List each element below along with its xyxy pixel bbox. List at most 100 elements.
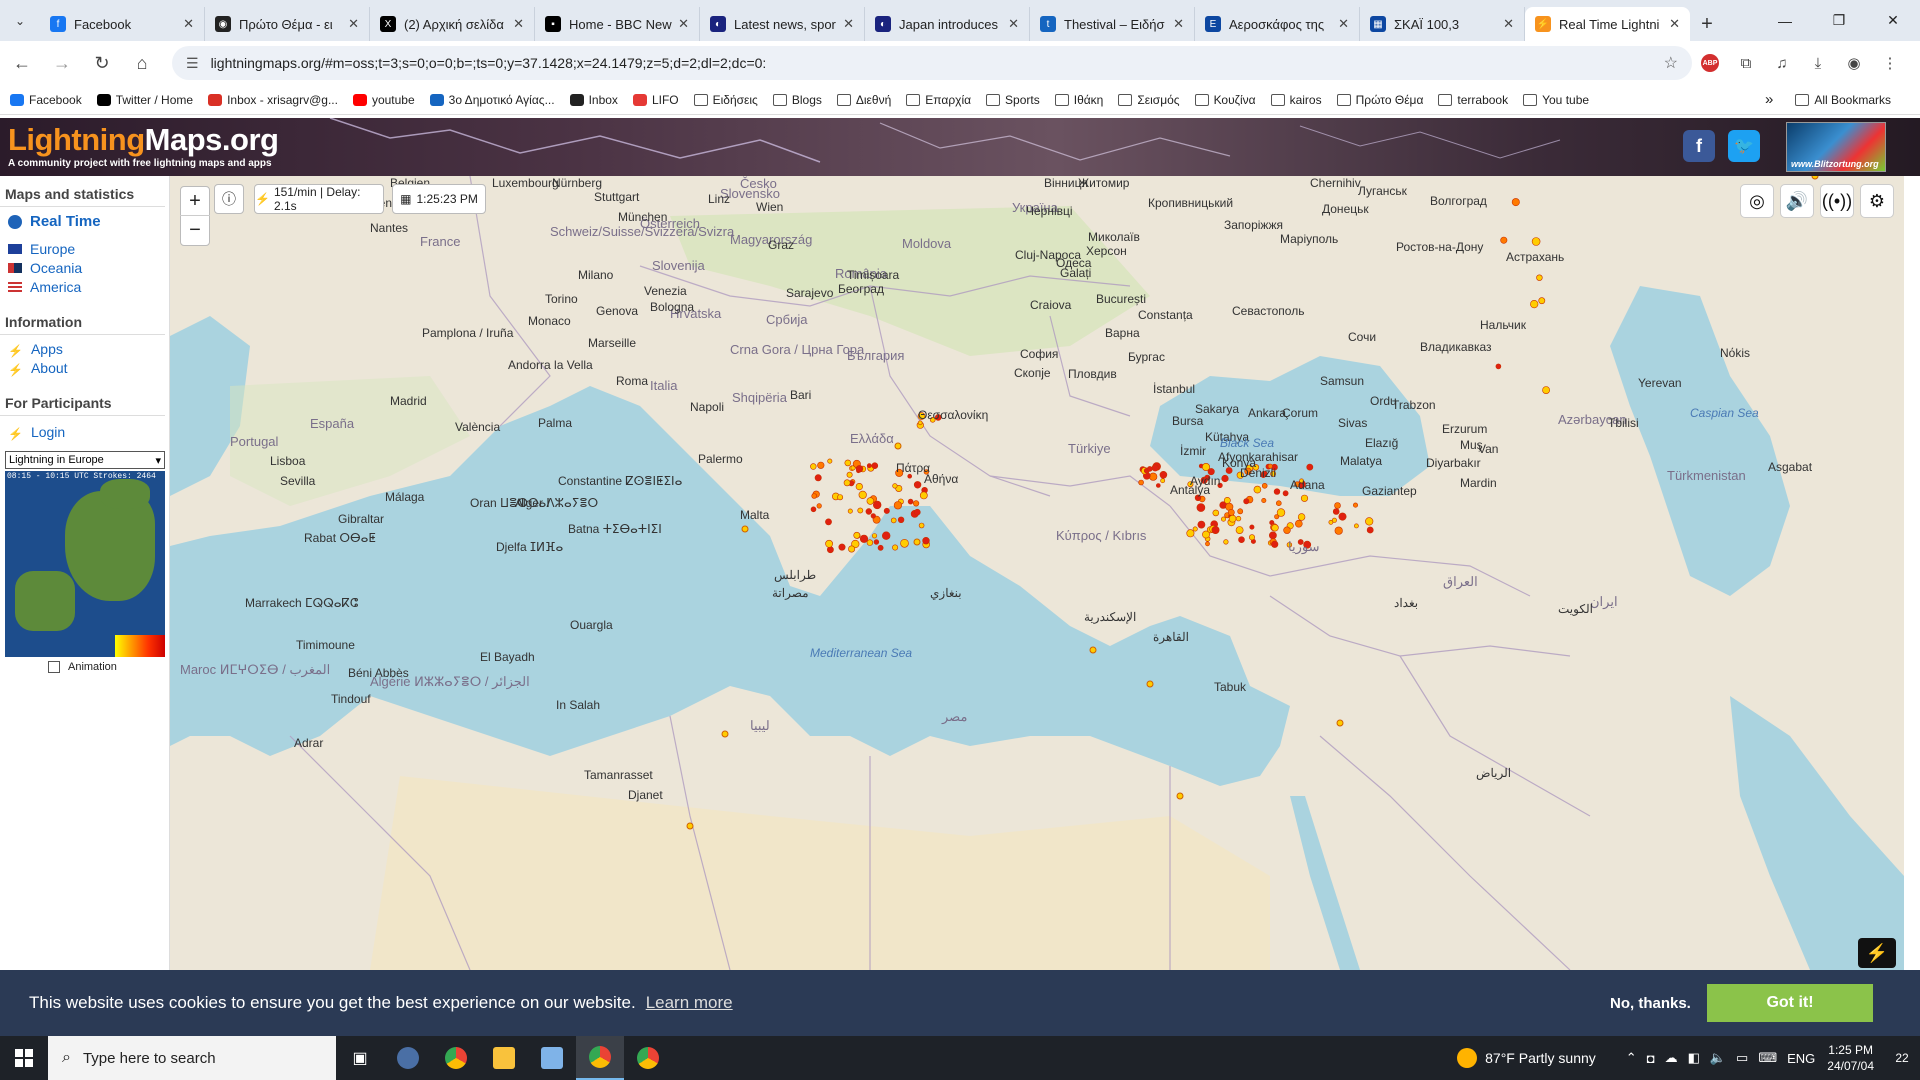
bookmark-item[interactable]: You tube <box>1523 93 1589 107</box>
browser-menu-icon[interactable]: ⋮ <box>1872 45 1908 81</box>
bookmark-item[interactable]: Ειδήσεις <box>693 93 758 107</box>
site-info-icon[interactable]: ☰ <box>186 55 199 72</box>
weather-widget[interactable]: 87°F Partly sunny <box>1457 1048 1596 1068</box>
zoom-in-button[interactable]: + <box>180 187 210 217</box>
site-logo[interactable]: LightningMaps.org <box>8 122 279 158</box>
tab-close-icon[interactable]: ✕ <box>513 16 524 32</box>
bookmark-item[interactable]: Πρώτο Θέμα <box>1336 93 1423 107</box>
tab-close-icon[interactable]: ✕ <box>348 16 359 32</box>
twitter-icon[interactable]: 🐦 <box>1728 130 1760 162</box>
cloud-icon[interactable]: ☁ <box>1665 1050 1678 1066</box>
tab-close-icon[interactable]: ✕ <box>183 16 194 32</box>
url-bar[interactable]: ☰ lightningmaps.org/#m=oss;t=3;s=0;o=0;b… <box>172 46 1692 80</box>
sidebar-item-apps[interactable]: ⚡ Apps <box>0 335 169 358</box>
close-window-icon[interactable]: ✕ <box>1866 0 1920 41</box>
tab-search-button[interactable]: ⌄ <box>0 0 40 41</box>
browser-tab[interactable]: ◉ Πρώτο Θέμα - ει ✕ <box>205 7 370 41</box>
restore-icon[interactable]: ❐ <box>1812 0 1866 41</box>
bookmark-item[interactable]: Κουζίνα <box>1194 93 1256 107</box>
sidebar-item-login[interactable]: ⚡ Login <box>0 416 169 441</box>
volume-icon[interactable]: 🔈 <box>1710 1050 1726 1066</box>
language-indicator[interactable]: ENG <box>1787 1051 1815 1066</box>
downloads-icon[interactable]: ⤓ <box>1800 45 1836 81</box>
bookmark-item[interactable]: Σεισμός <box>1118 93 1180 107</box>
tab-close-icon[interactable]: ✕ <box>1008 16 1019 32</box>
browser-tab[interactable]: f Facebook ✕ <box>40 7 205 41</box>
tab-close-icon[interactable]: ✕ <box>1503 16 1514 32</box>
tab-close-icon[interactable]: ✕ <box>843 16 854 32</box>
bookmarks-overflow-button[interactable]: » <box>1765 91 1773 108</box>
mini-lightning-map[interactable]: 08:15 - 10:15 UTC Strokes: 2464 <box>5 471 165 657</box>
home-button[interactable]: ⌂ <box>124 45 160 81</box>
tab-close-icon[interactable]: ✕ <box>1173 16 1184 32</box>
bookmark-item[interactable]: LIFO <box>632 93 679 107</box>
animation-checkbox[interactable] <box>48 661 60 673</box>
info-button[interactable]: ⓘ <box>214 184 244 214</box>
taskbar-search[interactable]: ⌕ Type here to search <box>48 1036 336 1080</box>
keyboard-icon[interactable]: ⌨ <box>1758 1050 1777 1066</box>
sidebar-item-europe[interactable]: Europe <box>0 239 169 258</box>
bookmark-item[interactable]: Sports <box>986 93 1040 107</box>
reload-button[interactable]: ↻ <box>84 45 120 81</box>
notifications-button[interactable]: 22 <box>1884 1051 1920 1065</box>
extensions-icon[interactable]: ⧉ <box>1728 45 1764 81</box>
browser-tab[interactable]: X (2) Αρχική σελίδα ✕ <box>370 7 535 41</box>
time-display[interactable]: ▦ 1:25:23 PM <box>392 184 486 214</box>
camera-icon[interactable]: ◘ <box>1647 1051 1655 1066</box>
file-explorer-icon[interactable] <box>480 1036 528 1080</box>
browser-tab[interactable]: ▪ Home - BBC New ✕ <box>535 7 700 41</box>
sidebar-item-oceania[interactable]: Oceania <box>0 258 169 277</box>
bookmark-item[interactable]: Inbox <box>569 93 618 107</box>
browser-tab[interactable]: ▦ ΣΚΑΪ 100,3 ✕ <box>1360 7 1525 41</box>
locate-icon[interactable]: ◎ <box>1740 184 1774 218</box>
bookmark-item[interactable]: Ιθάκη <box>1054 93 1103 107</box>
sidebar-item-about[interactable]: ⚡ About <box>0 358 169 377</box>
display-icon[interactable]: ▭ <box>1736 1050 1748 1066</box>
bookmark-item[interactable]: Διεθνή <box>836 93 891 107</box>
back-button[interactable]: ← <box>4 45 40 81</box>
bookmark-item[interactable]: Επαρχία <box>906 93 971 107</box>
facebook-icon[interactable]: f <box>1683 130 1715 162</box>
accept-cookies-button[interactable]: Got it! <box>1707 984 1873 1022</box>
tab-close-icon[interactable]: ✕ <box>1338 16 1349 32</box>
realtime-link[interactable]: Real Time <box>0 207 169 231</box>
browser-tab[interactable]: E Αεροσκάφος της ✕ <box>1195 7 1360 41</box>
bookmark-item[interactable]: 3ο Δημοτικό Αγίας... <box>429 93 555 107</box>
chrome-icon[interactable] <box>432 1036 480 1080</box>
bookmark-item[interactable]: terrabook <box>1438 93 1508 107</box>
region-select[interactable]: Lightning in Europe ▾ <box>5 451 165 469</box>
media-controls-icon[interactable]: ♫ <box>1764 45 1800 81</box>
forward-button[interactable]: → <box>44 45 80 81</box>
learn-more-link[interactable]: Learn more <box>646 993 733 1013</box>
clock[interactable]: 1:25 PM 24/07/04 <box>1827 1042 1874 1074</box>
bookmark-item[interactable]: Inbox - xrisagrv@g... <box>208 93 338 107</box>
new-tab-button[interactable]: + <box>1690 7 1724 41</box>
sound-icon[interactable]: 🔊 <box>1780 184 1814 218</box>
chrome-profile-icon[interactable] <box>624 1036 672 1080</box>
app-icon-2[interactable] <box>528 1036 576 1080</box>
lightning-map[interactable]: France España Portugal Italia Magyarország Ro… <box>170 176 1904 970</box>
network-icon[interactable]: ◧ <box>1688 1050 1700 1066</box>
blitzortung-badge[interactable]: www.Blitzortung.org <box>1786 122 1886 172</box>
bookmark-item[interactable]: Facebook <box>10 93 82 107</box>
stations-icon[interactable]: ((•)) <box>1820 184 1854 218</box>
settings-gear-icon[interactable]: ⚙ <box>1860 184 1894 218</box>
browser-tab[interactable]: ⚡ Real Time Lightni ✕ <box>1525 7 1690 41</box>
profile-icon[interactable]: ◉ <box>1836 45 1872 81</box>
bookmark-item[interactable]: kairos <box>1270 93 1322 107</box>
all-bookmarks-button[interactable]: All Bookmarks <box>1795 93 1891 107</box>
zoom-out-button[interactable]: − <box>180 216 210 245</box>
lightning-toggle-icon[interactable]: ⚡ <box>1858 938 1896 968</box>
browser-tab[interactable]: ◐ Japan introduces ✕ <box>865 7 1030 41</box>
animation-toggle[interactable]: Animation <box>48 661 169 673</box>
start-button[interactable] <box>0 1036 48 1080</box>
sidebar-item-america[interactable]: America <box>0 277 169 296</box>
bookmark-item[interactable]: Twitter / Home <box>96 93 193 107</box>
tab-close-icon[interactable]: ✕ <box>1669 16 1680 32</box>
adblock-extension-button[interactable]: ABP <box>1692 45 1728 81</box>
browser-tab[interactable]: ◐ Latest news, spor ✕ <box>700 7 865 41</box>
bookmark-item[interactable]: Blogs <box>772 93 822 107</box>
decline-cookies-button[interactable]: No, thanks. <box>1610 995 1691 1012</box>
chevron-up-icon[interactable]: ⌃ <box>1626 1050 1637 1066</box>
chrome-active-icon[interactable] <box>576 1036 624 1080</box>
